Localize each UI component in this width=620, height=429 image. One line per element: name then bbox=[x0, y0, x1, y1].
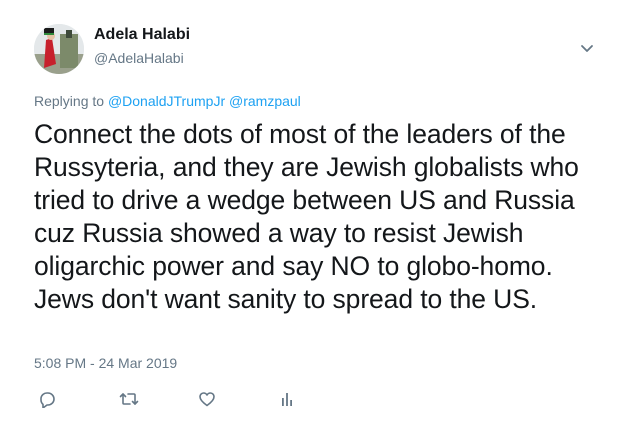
analytics-icon bbox=[282, 393, 292, 406]
analytics-button[interactable] bbox=[276, 388, 298, 410]
like-button[interactable] bbox=[196, 388, 218, 410]
reply-context: Replying to @DonaldJTrumpJr @ramzpaul bbox=[34, 93, 301, 109]
reply-icon bbox=[40, 392, 55, 408]
retweet-icon bbox=[119, 393, 139, 405]
reply-prefix: Replying to bbox=[34, 93, 105, 109]
avatar[interactable] bbox=[34, 24, 84, 74]
retweet-button[interactable] bbox=[118, 388, 140, 410]
author-handle[interactable]: @AdelaHalabi bbox=[94, 50, 184, 66]
tweet-text: Connect the dots of most of the leaders … bbox=[34, 119, 579, 314]
reply-button[interactable] bbox=[36, 388, 58, 410]
like-icon bbox=[199, 392, 215, 407]
mention-link[interactable]: @ramzpaul bbox=[229, 93, 301, 109]
chevron-down-icon[interactable] bbox=[577, 38, 597, 58]
author-name[interactable]: Adela Halabi bbox=[94, 26, 190, 44]
mention-link[interactable]: @DonaldJTrumpJr bbox=[108, 93, 225, 109]
timestamp[interactable]: 5:08 PM - 24 Mar 2019 bbox=[34, 355, 177, 371]
